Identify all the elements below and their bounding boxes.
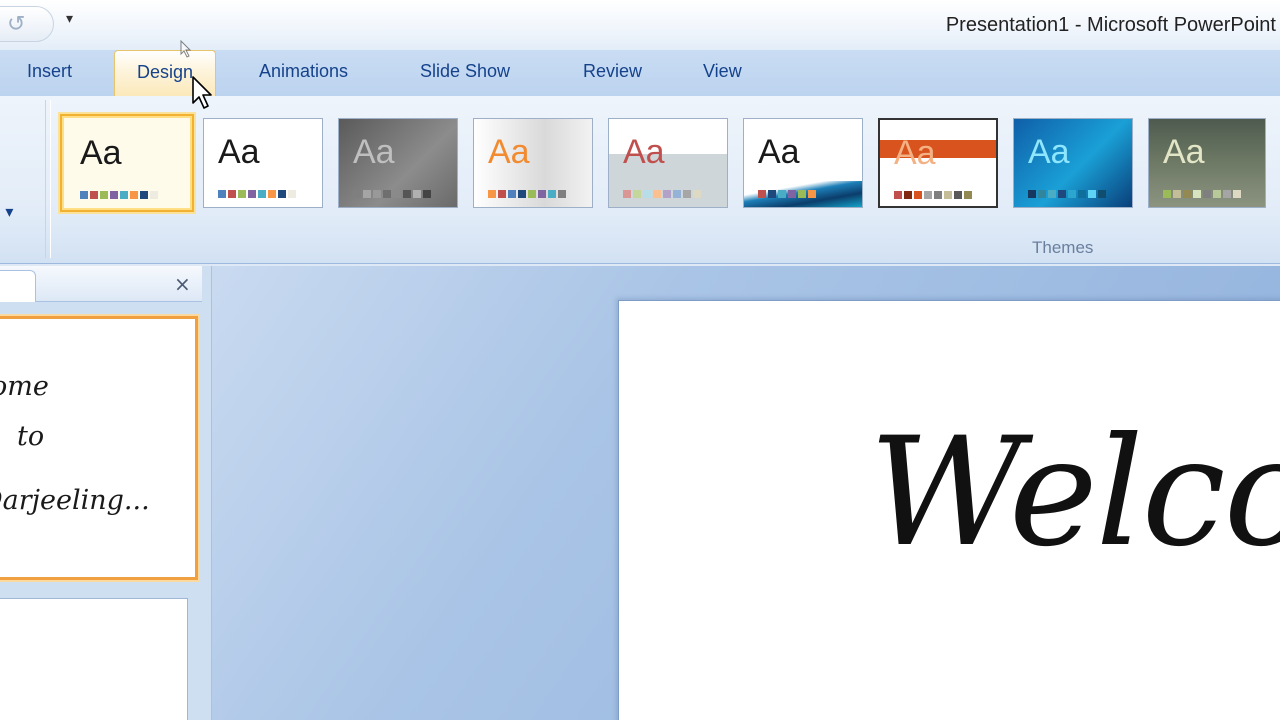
theme-preview-text: Aa — [894, 134, 936, 172]
theme-preview-text: Aa — [758, 133, 800, 171]
thumb-text-line: to — [17, 421, 45, 452]
slides-pane: × ome to Darjeeling... — [0, 266, 212, 720]
theme-color-swatches — [894, 186, 974, 199]
tab-animations[interactable]: Animations — [259, 61, 348, 82]
theme-orange-band[interactable]: Aa — [878, 118, 998, 208]
theme-orange-light[interactable]: Aa — [473, 118, 593, 208]
theme-color-swatches — [488, 185, 568, 198]
tab-slide-show[interactable]: Slide Show — [420, 61, 510, 82]
theme-color-swatches — [218, 185, 298, 198]
tab-review[interactable]: Review — [583, 61, 642, 82]
slide-thumbnail-2[interactable] — [0, 598, 188, 720]
theme-color-swatches — [353, 185, 433, 198]
theme-olive[interactable]: Aa — [1148, 118, 1266, 208]
theme-preview-text: Aa — [353, 133, 395, 171]
theme-color-swatches — [758, 185, 818, 198]
theme-color-swatches — [1028, 185, 1108, 198]
theme-light-gray[interactable]: Aa — [608, 118, 728, 208]
theme-dark-gray[interactable]: Aa — [338, 118, 458, 208]
slide-canvas[interactable]: Welcome — [618, 300, 1280, 720]
theme-plain[interactable]: Aa — [203, 118, 323, 208]
theme-preview-text: Aa — [623, 133, 665, 171]
theme-preview-text: Aa — [80, 134, 122, 172]
theme-preview-text: Aa — [488, 133, 530, 171]
theme-color-swatches — [1163, 185, 1243, 198]
theme-office[interactable]: Aa — [60, 114, 194, 212]
title-bar: ↺ ▾ Presentation1 - Microsoft PowerPoint — [0, 0, 1280, 50]
window-title: Presentation1 - Microsoft PowerPoint — [945, 14, 1276, 36]
tab-view[interactable]: View — [703, 61, 742, 82]
orientation-button[interactable]: n ▾ — [0, 202, 13, 222]
customize-quick-access-icon[interactable]: ▾ — [66, 11, 73, 27]
mouse-cursor-ghost-icon — [180, 40, 192, 58]
slides-tab[interactable] — [0, 270, 36, 302]
theme-preview-text: Aa — [1163, 133, 1205, 171]
mouse-cursor-icon — [192, 76, 212, 109]
thumb-text-line: ome — [0, 371, 49, 402]
theme-blue-wave[interactable]: Aa — [743, 118, 863, 208]
slide-title-text[interactable]: Welcome — [869, 406, 1280, 580]
undo-icon: ↺ — [7, 12, 26, 37]
close-icon[interactable]: × — [174, 272, 191, 296]
page-setup-group: n ▾ — [0, 100, 46, 258]
slide-thumbnail-1[interactable]: ome to Darjeeling... — [0, 316, 198, 580]
theme-color-swatches — [623, 185, 703, 198]
tab-insert[interactable]: Insert — [27, 61, 72, 82]
theme-color-swatches — [80, 186, 160, 199]
thumb-text-line: Darjeeling... — [0, 485, 150, 516]
slides-pane-header: × — [0, 266, 202, 302]
undo-button[interactable]: ↺ — [0, 6, 54, 42]
theme-preview-text: Aa — [1028, 133, 1070, 171]
theme-preview-text: Aa — [218, 133, 260, 171]
theme-teal-blue[interactable]: Aa — [1013, 118, 1133, 208]
themes-group-label: Themes — [1032, 238, 1094, 257]
